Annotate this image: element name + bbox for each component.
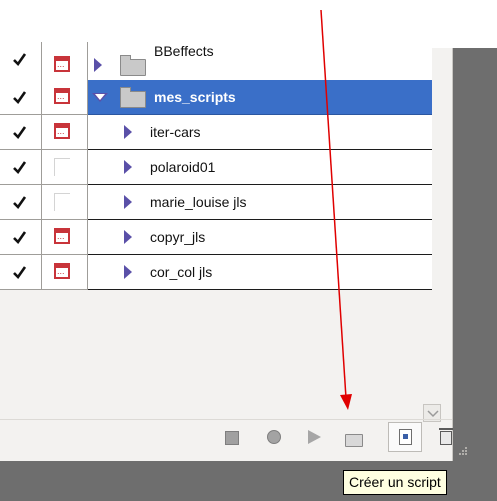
play-button[interactable] — [308, 430, 324, 446]
action-row[interactable]: cor_col jls — [0, 255, 432, 290]
checkmark-icon — [13, 196, 27, 210]
action-name: mes_scripts — [154, 89, 236, 105]
action-name: polaroid01 — [150, 159, 216, 175]
stop-icon — [225, 431, 239, 445]
scroll-down-icon — [427, 410, 439, 418]
checkmark-icon — [13, 231, 27, 245]
new-document-icon — [399, 429, 412, 445]
dialog-off-indicator — [54, 158, 70, 176]
action-set-row[interactable]: BBeffects — [0, 42, 432, 83]
toggle-item-cell[interactable] — [0, 185, 42, 220]
checkmark-icon — [13, 91, 27, 105]
collapsed-triangle-icon[interactable] — [124, 125, 132, 139]
toggle-dialog-cell[interactable] — [42, 150, 88, 185]
action-name: iter-cars — [150, 124, 201, 140]
toggle-item-cell[interactable] — [0, 220, 42, 255]
new-action-button[interactable] — [388, 422, 422, 452]
toggle-dialog-cell[interactable] — [42, 220, 88, 255]
action-name-cell[interactable]: marie_louise jls — [88, 185, 432, 220]
toggle-item-cell[interactable] — [0, 255, 42, 290]
checkmark-icon — [13, 266, 27, 280]
action-name-cell[interactable]: mes_scripts — [88, 80, 432, 115]
toggle-dialog-cell[interactable] — [42, 185, 88, 220]
checkmark-icon — [13, 126, 27, 140]
collapsed-triangle-icon[interactable] — [124, 230, 132, 244]
action-name: BBeffects — [154, 43, 214, 59]
action-row[interactable]: polaroid01 — [0, 150, 432, 185]
stop-button[interactable] — [225, 431, 239, 445]
toggle-item-cell[interactable] — [0, 42, 42, 83]
action-row[interactable]: copyr_jls — [0, 220, 432, 255]
action-name-cell[interactable]: copyr_jls — [88, 220, 432, 255]
play-icon — [308, 430, 321, 444]
action-set-row[interactable]: mes_scripts — [0, 80, 432, 115]
trash-lid — [439, 428, 453, 430]
tooltip: Créer un script — [343, 470, 447, 495]
dialog-icon — [54, 56, 70, 72]
actions-toolbar — [0, 419, 467, 462]
toggle-dialog-cell[interactable] — [42, 42, 88, 83]
toggle-dialog-cell[interactable] — [42, 255, 88, 290]
record-button[interactable] — [267, 430, 283, 446]
folder-icon — [120, 55, 146, 76]
action-row[interactable]: marie_louise jls — [0, 185, 432, 220]
checkmark-icon — [13, 161, 27, 175]
toggle-dialog-cell[interactable] — [42, 115, 88, 150]
delete-button[interactable] — [439, 428, 454, 446]
toggle-item-cell[interactable] — [0, 80, 42, 115]
dialog-icon — [54, 263, 70, 279]
folder-icon — [345, 434, 363, 447]
collapsed-triangle-icon[interactable] — [124, 265, 132, 279]
new-set-button[interactable] — [345, 432, 363, 447]
folder-icon — [120, 87, 146, 108]
collapsed-triangle-icon[interactable] — [94, 58, 102, 72]
record-icon — [267, 430, 281, 444]
scrollbar[interactable] — [432, 48, 452, 428]
dialog-icon — [54, 123, 70, 139]
action-row[interactable]: iter-cars — [0, 115, 432, 150]
action-name-cell[interactable]: BBeffects — [88, 42, 432, 83]
toggle-dialog-cell[interactable] — [42, 80, 88, 115]
background-area — [452, 48, 497, 461]
action-name-cell[interactable]: cor_col jls — [88, 255, 432, 290]
action-name-cell[interactable]: polaroid01 — [88, 150, 432, 185]
actions-panel: BBeffects mes_scripts iter-cars polaroid01 m… — [0, 42, 467, 462]
action-name-cell[interactable]: iter-cars — [88, 115, 432, 150]
resize-grip-icon[interactable] — [456, 446, 468, 458]
collapsed-triangle-icon[interactable] — [124, 195, 132, 209]
toggle-item-cell[interactable] — [0, 115, 42, 150]
trash-icon — [440, 431, 452, 445]
action-name: copyr_jls — [150, 229, 206, 245]
dialog-off-indicator — [54, 193, 70, 211]
dialog-icon — [54, 88, 70, 104]
action-name: marie_louise jls — [150, 194, 247, 210]
dialog-icon — [54, 228, 70, 244]
checkmark-icon — [13, 53, 27, 67]
action-name: cor_col jls — [150, 264, 213, 280]
toggle-item-cell[interactable] — [0, 150, 42, 185]
expanded-triangle-icon[interactable] — [92, 93, 108, 102]
collapsed-triangle-icon[interactable] — [124, 160, 132, 174]
